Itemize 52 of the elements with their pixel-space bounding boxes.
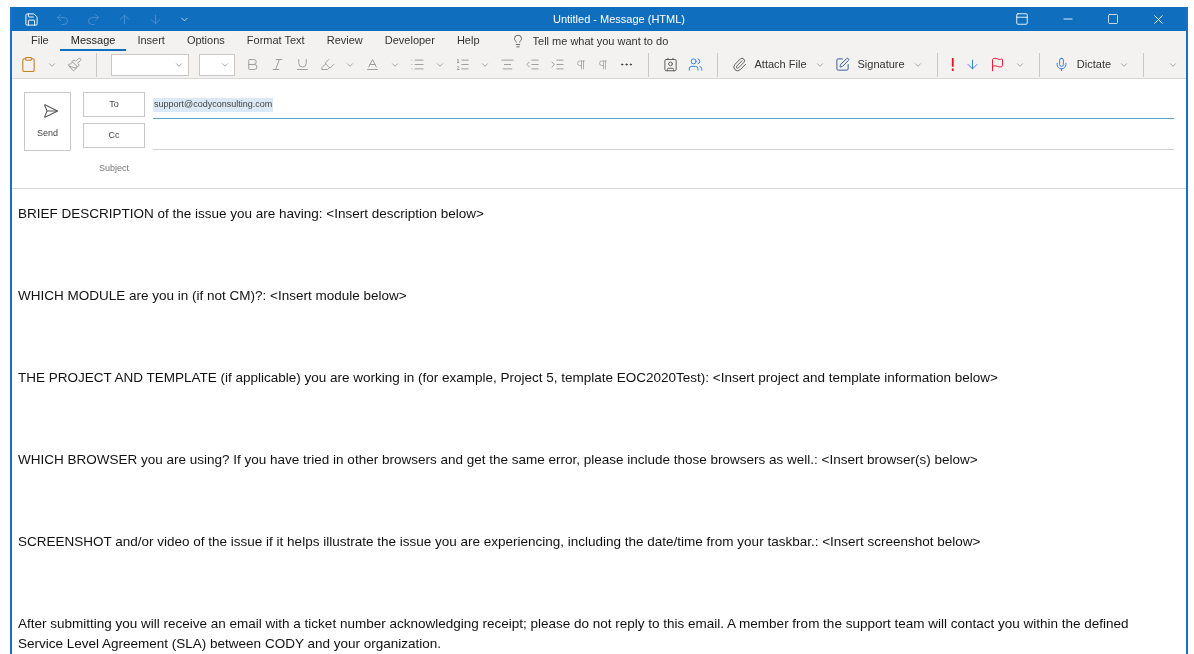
address-book-icon[interactable] (662, 57, 678, 73)
font-size-dropdown[interactable] (198, 53, 235, 76)
body-paragraph: BRIEF DESCRIPTION of the issue you are having: <Insert description below> (18, 205, 485, 223)
signature-button[interactable]: Signature (834, 56, 923, 73)
tell-me-field[interactable]: Tell me what you want to do (532, 33, 733, 50)
to-field[interactable]: support@codyconsulting.com (153, 92, 1174, 119)
decrease-indent-icon[interactable] (524, 57, 540, 73)
dictate-button[interactable]: Dictate (1053, 56, 1130, 73)
body-paragraph: WHICH MODULE are you in (if not CM)?: <Insert module below> (18, 287, 408, 305)
paperclip-icon (731, 57, 747, 73)
maximize-icon[interactable] (1107, 13, 1119, 26)
format-painter-icon[interactable] (67, 57, 82, 73)
ribbon-tab[interactable]: File (20, 31, 60, 52)
increase-indent-icon[interactable] (549, 57, 565, 73)
body-paragraph: After submitting you will receive an email with a ticket number acknowledging receipt; please do not reply to this email. A member from the support team will contact you within the defined Service Level Agreement (SLA) between CODY and your organization. (18, 615, 1130, 653)
window-title: Untitled - Message (HTML) (551, 11, 686, 27)
body-paragraph: THE PROJECT AND TEMPLATE (if applicable) you are working in (for example, Project 5, template EOC2020Test): <Insert project and template information below> (18, 369, 999, 387)
ribbon-display-icon[interactable] (1015, 12, 1029, 27)
bullets-icon[interactable] (409, 57, 425, 73)
align-icon[interactable] (499, 57, 515, 73)
microphone-icon (1053, 57, 1069, 73)
low-importance-icon[interactable] (965, 57, 980, 73)
down-arrow-icon[interactable] (148, 11, 163, 27)
paste-icon[interactable] (20, 56, 37, 74)
high-importance-icon[interactable] (951, 57, 955, 73)
ribbon-tab[interactable]: Insert (126, 31, 176, 52)
to-button[interactable]: To (83, 92, 145, 117)
ribbon-tab[interactable]: Options (175, 31, 236, 52)
attach-file-button[interactable]: Attach File (731, 56, 825, 73)
underline-icon[interactable] (294, 57, 310, 73)
ribbon-tab[interactable]: Developer (373, 31, 446, 52)
rtl-icon[interactable] (596, 58, 609, 71)
numbering-icon[interactable] (454, 57, 470, 73)
font-dropdown[interactable] (110, 53, 189, 76)
signature-icon (834, 57, 850, 73)
undo-icon[interactable] (55, 11, 70, 27)
save-icon[interactable] (24, 11, 39, 27)
italic-icon[interactable] (269, 57, 285, 73)
cc-button[interactable]: Cc (83, 123, 145, 148)
font-color-icon[interactable] (364, 57, 380, 73)
redo-icon[interactable] (86, 11, 101, 27)
subject-label: Subject (98, 162, 130, 175)
ribbon-tab[interactable]: Help (445, 31, 491, 52)
ribbon-tab[interactable]: Format Text (235, 31, 316, 52)
check-names-icon[interactable] (687, 57, 703, 73)
flag-icon[interactable] (990, 57, 1005, 73)
body-paragraph: SCREENSHOT and/or video of the issue if it helps illustrate the issue you are experiencing, including the date/time from your taskbar.: <Insert screenshot below> (18, 533, 982, 551)
send-button[interactable]: Send (24, 92, 71, 151)
body-paragraph: WHICH BROWSER you are using? If you have tried in other browsers and get the same error, please include those browsers as well.: <Insert browser(s) below> (18, 451, 979, 469)
ltr-icon[interactable] (574, 58, 587, 71)
ribbon-tab[interactable]: Review (315, 31, 374, 52)
highlighter-icon[interactable] (319, 57, 335, 73)
